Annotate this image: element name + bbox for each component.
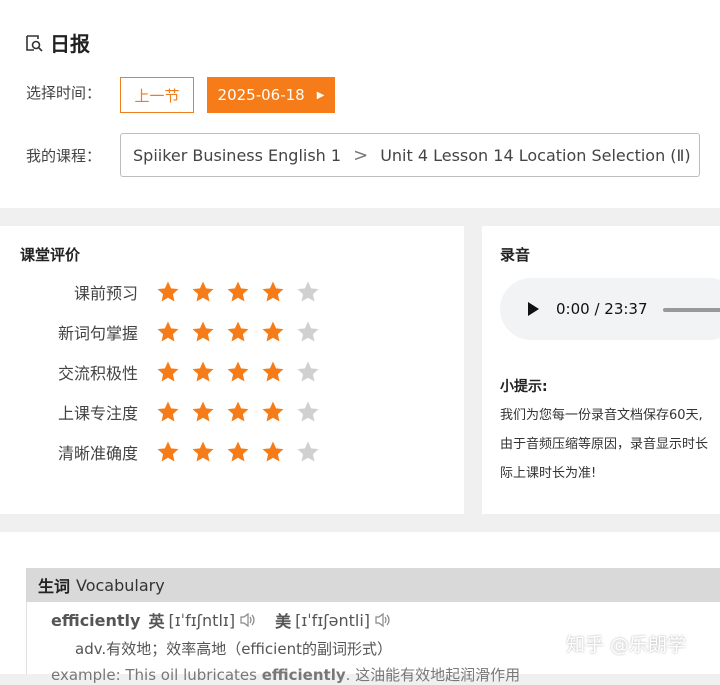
star-filled-icon <box>227 441 249 462</box>
word-line: efficiently 英 [ɪˈfɪʃntlɪ] 美 [ɪˈfɪʃəntli] <box>51 608 392 632</box>
course-name: Spiiker Business English 1 <box>133 145 342 165</box>
rating-label: 上课专注度 <box>57 404 138 423</box>
tip-line: 我们为您每一份录音文档保存60天, <box>500 408 703 423</box>
star-filled-icon <box>227 321 249 342</box>
rating-label: 新词句掌握 <box>57 324 138 343</box>
star-empty-icon <box>297 281 319 302</box>
tip-title: 小提示: <box>500 379 548 395</box>
star-filled-icon <box>227 281 249 302</box>
vocab-example: example: This oil lubricates efficiently… <box>51 664 520 685</box>
page-title: 日报 <box>50 32 90 56</box>
us-label: 美 <box>275 612 292 631</box>
rating-row: 清晰准确度 <box>0 434 464 470</box>
star-filled-icon <box>192 441 214 462</box>
star-filled-icon <box>192 361 214 382</box>
previous-lesson-button[interactable]: 上一节 <box>120 77 194 113</box>
recording-title: 录音 <box>500 246 531 264</box>
star-empty-icon <box>297 441 319 462</box>
star-filled-icon <box>262 441 284 462</box>
example-suffix: . 这油能有效地起润滑作用 <box>345 666 521 684</box>
star-filled-icon <box>262 281 284 302</box>
star-filled-icon <box>262 401 284 422</box>
rating-row: 上课专注度 <box>0 394 464 430</box>
star-filled-icon <box>157 361 179 382</box>
page-title-row: 日报 <box>24 28 90 57</box>
star-filled-icon <box>227 361 249 382</box>
evaluation-title: 课堂评价 <box>20 246 81 264</box>
vocab-word: efficiently <box>51 610 141 630</box>
star-rating <box>156 440 331 464</box>
watermark: 知乎 @乐朗学 <box>566 634 687 656</box>
example-word: efficiently <box>261 666 346 684</box>
star-filled-icon <box>157 441 179 462</box>
course-selector[interactable]: Spiiker Business English 1 > Unit 4 Less… <box>120 133 700 177</box>
star-filled-icon <box>227 401 249 422</box>
star-rating <box>156 280 331 304</box>
audio-player: 0:00 / 23:37 <box>500 278 720 340</box>
star-empty-icon <box>297 361 319 382</box>
vocabulary-header: 生词 Vocabulary <box>26 568 720 602</box>
star-filled-icon <box>192 281 214 302</box>
rating-row: 课前预习 <box>0 274 464 310</box>
star-filled-icon <box>262 361 284 382</box>
star-rating <box>156 320 331 344</box>
vocab-definition: adv.有效地；效率高地（efficient的副词形式） <box>75 640 392 658</box>
rating-row: 交流积极性 <box>0 354 464 390</box>
star-empty-icon <box>297 401 319 422</box>
audio-progress-bar[interactable] <box>663 308 720 312</box>
star-filled-icon <box>192 401 214 422</box>
rating-label: 清晰准确度 <box>57 444 138 463</box>
star-empty-icon <box>297 321 319 342</box>
date-label: 2025-06-18 <box>217 86 305 104</box>
lesson-name: Unit 4 Lesson 14 Location Selection (Ⅱ) <box>380 145 691 165</box>
tip-line: 由于音频压缩等原因，录音显示时长 <box>500 437 709 452</box>
star-rating <box>156 400 331 424</box>
uk-phonetic: [ɪˈfɪʃntlɪ] <box>168 610 236 630</box>
rating-row: 新词句掌握 <box>0 314 464 350</box>
star-filled-icon <box>157 321 179 342</box>
star-filled-icon <box>157 281 179 302</box>
star-rating <box>156 360 331 384</box>
play-icon[interactable] <box>528 302 539 316</box>
tip-line: 际上课时长为准! <box>500 466 597 481</box>
us-phonetic: [ɪˈfɪʃəntli] <box>295 610 371 630</box>
speaker-icon[interactable] <box>374 612 392 628</box>
chevron-right-icon: > <box>353 144 369 166</box>
course-label: 我的课程： <box>26 147 102 165</box>
star-filled-icon <box>157 401 179 422</box>
recording-panel: 录音 0:00 / 23:37 小提示: 我们为您每一份录音文档保存60天, 由… <box>482 226 720 514</box>
example-prefix: example: This oil lubricates <box>51 666 262 684</box>
star-filled-icon <box>262 321 284 342</box>
vocabulary-header-en: Vocabulary <box>76 575 165 595</box>
uk-label: 英 <box>148 612 165 631</box>
daily-report-header: 日报 选择时间： 上一节 2025-06-18 ▶ 我的课程： Spiiker … <box>0 0 720 208</box>
rating-label: 交流积极性 <box>57 364 138 383</box>
class-evaluation-panel: 课堂评价 课前预习新词句掌握交流积极性上课专注度清晰准确度 <box>0 226 464 514</box>
rating-label: 课前预习 <box>73 284 138 303</box>
select-time-label: 选择时间： <box>26 84 102 102</box>
report-search-icon <box>26 34 43 52</box>
star-filled-icon <box>192 321 214 342</box>
audio-time: 0:00 / 23:37 <box>556 300 648 318</box>
caret-right-icon: ▶ <box>316 89 325 101</box>
speaker-icon[interactable] <box>239 612 257 628</box>
vocabulary-header-zh: 生词 <box>38 577 71 596</box>
date-select-button[interactable]: 2025-06-18 ▶ <box>207 77 335 113</box>
